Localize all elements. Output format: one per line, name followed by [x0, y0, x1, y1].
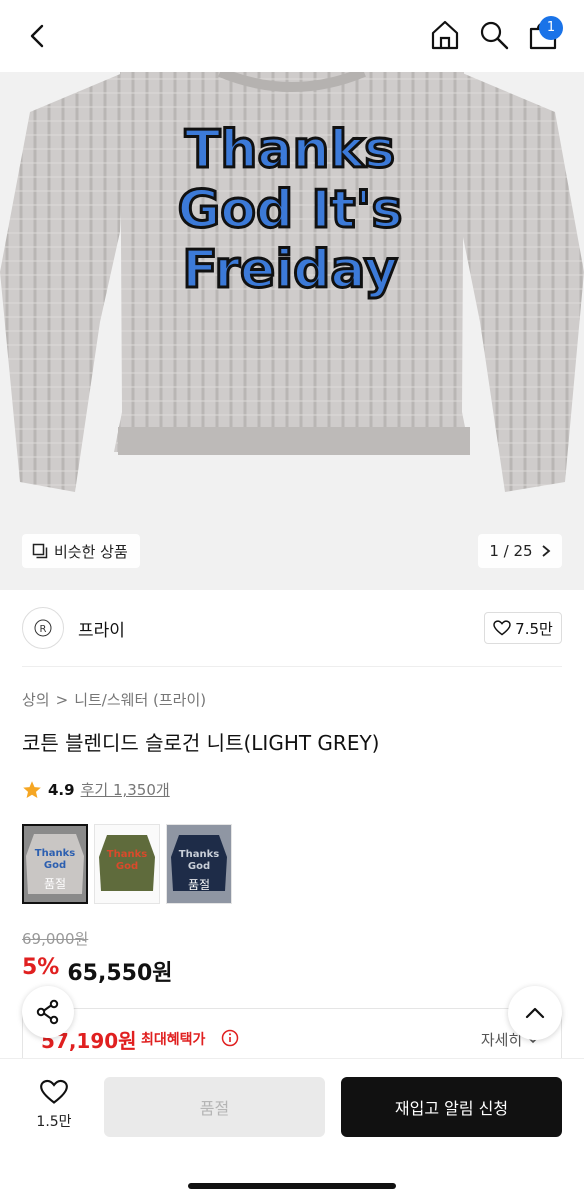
- original-price: 69,000원: [22, 930, 89, 948]
- similar-products-button[interactable]: 비슷한 상품: [22, 534, 140, 568]
- svg-text:Thanks: Thanks: [179, 849, 219, 860]
- sweater-illustration: Thanks God It's Freiday: [0, 72, 584, 492]
- divider: [22, 666, 562, 667]
- heart-icon: [40, 1079, 68, 1104]
- bottom-action-bar: 1.5만 품절 재입고 알림 신청: [0, 1058, 584, 1200]
- share-icon: [36, 999, 59, 1025]
- restock-alert-button[interactable]: 재입고 알림 신청: [341, 1077, 562, 1137]
- rating-value: 4.9: [48, 780, 75, 799]
- review-link[interactable]: 후기 1,350개: [81, 779, 170, 800]
- brand-name[interactable]: 프라이: [78, 616, 125, 641]
- svg-text:God It's: God It's: [178, 180, 403, 240]
- soldout-button[interactable]: 품절: [104, 1077, 325, 1137]
- wish-count: 1.5만: [36, 1114, 72, 1130]
- price-row: 5% 65,550원: [22, 955, 173, 987]
- heart-icon: [493, 620, 511, 636]
- similar-products-label: 비슷한 상품: [54, 542, 128, 561]
- svg-text:Thanks: Thanks: [185, 120, 395, 180]
- benefit-label: 최대혜택가: [141, 1032, 206, 1048]
- svg-text:Thanks: Thanks: [107, 849, 147, 860]
- rating-row: 4.9 후기 1,350개: [22, 779, 170, 800]
- svg-text:Freiday: Freiday: [182, 240, 398, 300]
- image-pager[interactable]: 1 / 25: [478, 534, 562, 568]
- top-bar: 1: [0, 0, 584, 72]
- svg-text:God: God: [116, 861, 138, 872]
- breadcrumb-level2[interactable]: 니트/스웨터 (프라이): [74, 689, 206, 710]
- back-icon[interactable]: [22, 20, 54, 52]
- brand-like-button[interactable]: 7.5만: [484, 612, 562, 644]
- product-title: 코튼 블렌디드 슬로건 니트(LIGHT GREY): [22, 731, 380, 755]
- wish-button[interactable]: 1.5만: [22, 1079, 86, 1131]
- product-image[interactable]: Thanks God It's Freiday: [0, 72, 584, 590]
- brand-like-count: 7.5만: [515, 619, 553, 638]
- image-pager-label: 1 / 25: [489, 542, 533, 560]
- cart-count-badge: 1: [539, 16, 563, 40]
- home-icon[interactable]: [428, 18, 462, 52]
- svg-text:God: God: [44, 860, 66, 871]
- star-icon: [23, 780, 41, 798]
- info-icon[interactable]: [221, 1029, 239, 1047]
- share-button[interactable]: [22, 986, 74, 1038]
- svg-text:R: R: [40, 624, 47, 635]
- home-indicator: [188, 1183, 396, 1189]
- swatch-soldout-label: 품절: [43, 877, 67, 891]
- breadcrumb-separator: >: [55, 690, 69, 709]
- breadcrumb-level1[interactable]: 상의: [22, 689, 50, 710]
- swatch-soldout-label: 품절: [187, 878, 211, 892]
- similar-icon: [32, 543, 48, 559]
- swatch-light-grey[interactable]: Thanks God 품절: [22, 824, 88, 904]
- chevron-up-icon: [525, 1007, 545, 1019]
- scroll-to-top-button[interactable]: [508, 986, 562, 1040]
- svg-text:God: God: [188, 861, 210, 872]
- discount-rate: 5%: [22, 955, 60, 980]
- benefit-detail-label: 자세히: [480, 1031, 523, 1049]
- svg-text:Thanks: Thanks: [35, 848, 75, 859]
- sale-price: 65,550원: [67, 961, 173, 986]
- color-swatches: Thanks God 품절 Thanks God Thanks God 품절: [22, 824, 232, 904]
- brand-row[interactable]: R 프라이 7.5만: [0, 600, 584, 656]
- swatch-navy[interactable]: Thanks God 품절: [166, 824, 232, 904]
- brand-logo[interactable]: R: [22, 607, 64, 649]
- breadcrumb: 상의 > 니트/스웨터 (프라이): [22, 689, 206, 710]
- chevron-right-icon: [542, 545, 551, 557]
- swatch-khaki[interactable]: Thanks God: [94, 824, 160, 904]
- search-icon[interactable]: [477, 18, 511, 52]
